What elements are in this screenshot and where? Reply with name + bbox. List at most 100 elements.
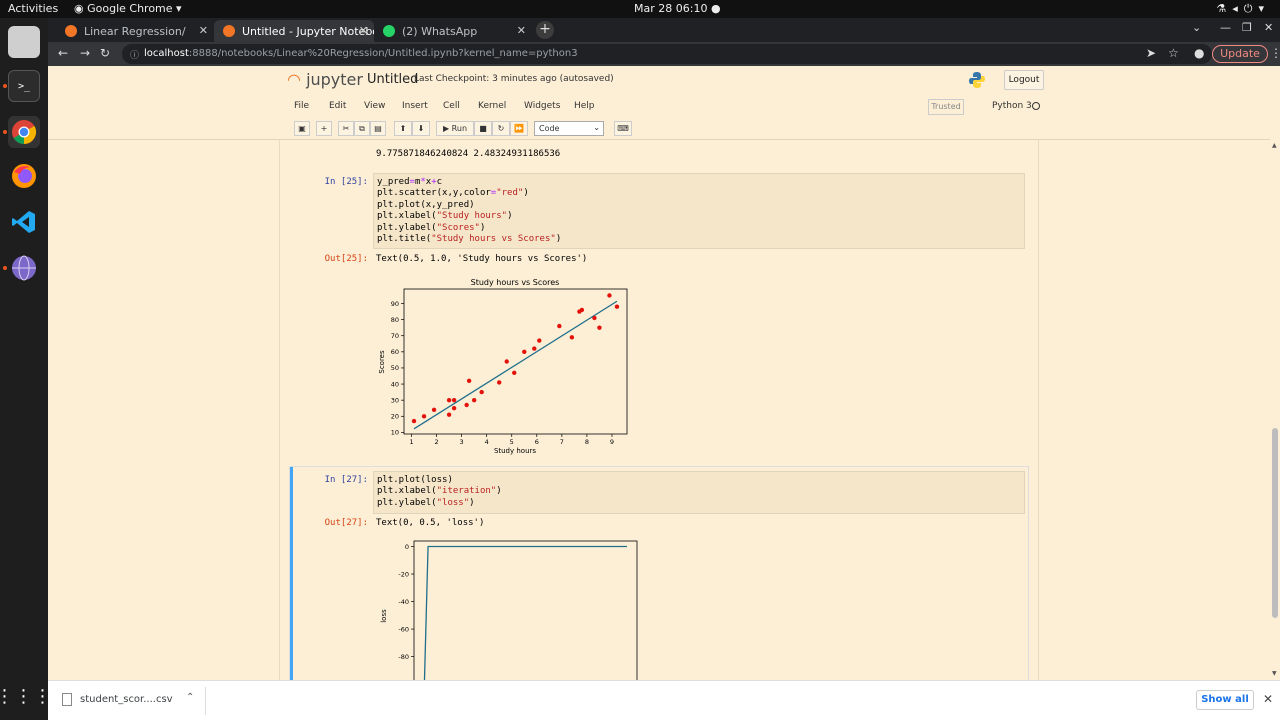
trusted-badge[interactable]: Trusted (928, 99, 964, 115)
power-icon: ⏻ (1243, 2, 1259, 15)
cut-icon[interactable]: ✂ (338, 121, 354, 136)
stop-icon[interactable]: ■ (474, 121, 492, 136)
scrollbar-thumb[interactable] (1272, 428, 1278, 618)
chevron-up-icon[interactable]: ⌃ (186, 692, 194, 703)
notebook-name[interactable]: Untitled (367, 72, 418, 87)
scroll-up-icon[interactable]: ▲ (1272, 142, 1277, 149)
close-icon[interactable]: ✕ (517, 24, 526, 37)
loss-line-chart: 0-20-40-60-80-100 loss (380, 540, 638, 680)
scroll-down-icon[interactable]: ▼ (1272, 670, 1277, 677)
window-close-icon[interactable]: ✕ (1264, 21, 1273, 34)
tab-whatsapp[interactable]: (2) WhatsApp ✕ (374, 20, 532, 42)
address-bar[interactable]: ⓘ localhost:8888/notebooks/Linear%20Regr… (122, 44, 1212, 64)
update-button[interactable]: Update (1212, 45, 1268, 63)
move-down-icon[interactable]: ⬇ (412, 121, 430, 136)
close-icon[interactable]: ✕ (359, 24, 368, 37)
scatter-point (451, 397, 457, 403)
notebook-toolbar: ▣ + ✂ ⧉ ▤ ⬆ ⬇ ▶ Run ■ ↻ ⏩ Code ⌄ ⌨ (288, 121, 1044, 137)
system-tray[interactable]: ⚗◂⏻▾ (1216, 2, 1270, 16)
tab-search-icon[interactable]: ⌄ (1192, 21, 1201, 34)
y-tick-label: 90 (391, 300, 399, 308)
code-line: y_pred=m*x+c (377, 177, 443, 187)
bookmark-star-icon[interactable]: ☆ (1168, 46, 1179, 60)
move-up-icon[interactable]: ⬆ (394, 121, 412, 136)
paste-icon[interactable]: ▤ (370, 121, 386, 136)
notebook-area: 9.775871846240824 2.48324931186536 In [2… (48, 140, 1270, 680)
menu-widgets[interactable]: Widgets (524, 101, 560, 111)
scatter-point (431, 407, 437, 413)
x-tick-label: 7 (560, 438, 564, 446)
cell-input-prompt: In [27]: (324, 475, 368, 485)
scatter-point (597, 325, 602, 330)
forward-icon[interactable]: → (80, 46, 90, 60)
menu-insert[interactable]: Insert (402, 101, 428, 111)
y-ticks: 10 20 30 40 50 60 70 80 90 (391, 300, 404, 437)
scatter-point (532, 346, 537, 351)
code-cell-27[interactable]: plt.plot(loss) plt.xlabel("iteration") p… (373, 471, 1025, 514)
browser-globe-icon[interactable] (8, 252, 40, 284)
copy-icon[interactable]: ⧉ (354, 121, 370, 136)
back-icon[interactable]: ← (58, 46, 68, 60)
tab-untitled-notebook[interactable]: Untitled - Jupyter Notebo ✕ (214, 20, 374, 42)
restart-icon[interactable]: ↻ (492, 121, 510, 136)
chrome-icon[interactable] (8, 116, 40, 148)
maximize-icon[interactable]: ❐ (1242, 21, 1252, 34)
send-icon[interactable]: ➤ (1146, 46, 1156, 60)
python-logo-icon (969, 72, 985, 88)
profile-icon[interactable]: ● (1194, 46, 1204, 60)
reload-icon[interactable]: ↻ (100, 46, 110, 60)
app-menu[interactable]: ◉ Google Chrome ▾ (74, 2, 182, 15)
jupyter-logo[interactable]: ◠ jupyter (287, 70, 363, 89)
y-axis-label: loss (380, 609, 388, 623)
insert-cell-icon[interactable]: + (316, 121, 332, 136)
y-tick-label: 40 (391, 380, 399, 388)
menu-kebab-icon[interactable]: ⋮ (1270, 46, 1280, 60)
activities-button[interactable]: Activities (8, 2, 58, 15)
y-tick-label: 0 (405, 543, 409, 551)
notebook-scrollbar[interactable]: ▲ ▼ (1270, 140, 1280, 680)
files-icon[interactable] (8, 26, 40, 58)
x-tick-label: 6 (535, 438, 539, 446)
menu-kernel[interactable]: Kernel (478, 101, 506, 111)
jupyter-favicon (223, 25, 235, 37)
menu-file[interactable]: File (294, 101, 309, 111)
run-label: Run (451, 124, 468, 133)
menu-view[interactable]: View (364, 101, 385, 111)
menu-help[interactable]: Help (574, 101, 595, 111)
tab-linear-regression[interactable]: Linear Regression/ ✕ (56, 20, 214, 42)
kernel-name[interactable]: Python 3 (992, 101, 1032, 111)
download-item[interactable]: student_scor....csv (80, 694, 173, 705)
show-applications-icon[interactable]: ⋮⋮⋮ (0, 680, 52, 712)
menu-edit[interactable]: Edit (329, 101, 346, 111)
run-button[interactable]: ▶ Run (436, 121, 474, 136)
logout-button[interactable]: Logout (1004, 70, 1044, 90)
cell-type-select[interactable]: Code ⌄ (534, 121, 604, 136)
save-icon[interactable]: ▣ (294, 121, 310, 136)
menu-cell[interactable]: Cell (443, 101, 460, 111)
app-name-label: Google Chrome (87, 2, 173, 15)
new-tab-button[interactable]: + (536, 21, 554, 39)
clock[interactable]: Mar 28 06:10 ● (634, 2, 721, 15)
file-icon (62, 693, 72, 706)
y-tick-label: 60 (391, 348, 399, 356)
firefox-icon[interactable] (8, 160, 40, 192)
terminal-icon[interactable]: >_ (8, 70, 40, 102)
scatter-point (446, 412, 452, 417)
show-all-button[interactable]: Show all (1196, 690, 1254, 710)
notebook-container: 9.775871846240824 2.48324931186536 In [2… (279, 140, 1039, 680)
code-cell-25[interactable]: y_pred=m*x+c plt.scatter(x,y,color="red"… (373, 173, 1025, 249)
command-palette-icon[interactable]: ⌨ (614, 121, 632, 136)
network-icon: ⚗ (1216, 2, 1233, 15)
close-icon[interactable]: ✕ (199, 24, 208, 37)
volume-icon: ◂ (1232, 2, 1244, 15)
info-icon[interactable]: ⓘ (130, 48, 139, 61)
code-line: plt.title("Study hours vs Scores") (377, 234, 562, 245)
vscode-icon[interactable] (8, 206, 40, 238)
restart-run-all-icon[interactable]: ⏩ (510, 121, 528, 136)
terminal-running-dot (3, 84, 7, 88)
close-icon[interactable]: ✕ (1263, 692, 1273, 706)
plot-frame (403, 288, 628, 435)
chart-title: Study hours vs Scores (471, 278, 560, 287)
scatter-point (411, 418, 417, 424)
minimize-icon[interactable]: — (1220, 21, 1231, 34)
